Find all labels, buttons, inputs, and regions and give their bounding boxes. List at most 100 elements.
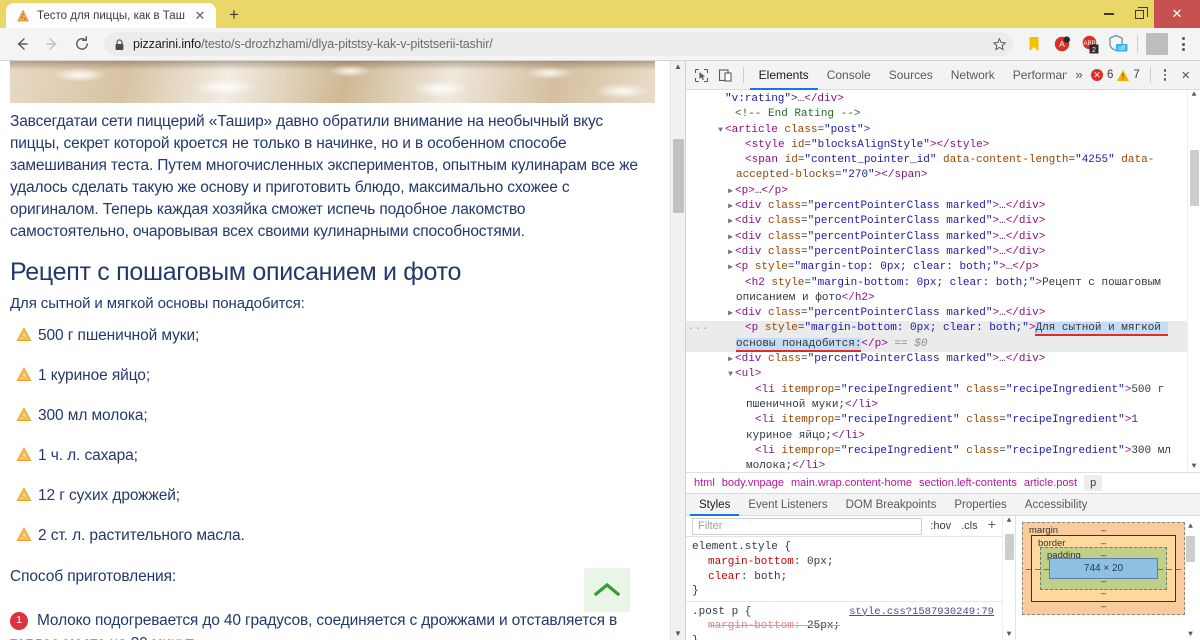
page-scrollbar[interactable]: ▲ ▼ (670, 61, 685, 640)
styles-scrollbar-up-arrow[interactable]: ▲ (1007, 517, 1012, 525)
css-property-value[interactable]: 0px; (807, 556, 833, 568)
devtools-tab-network[interactable]: Network (942, 61, 1004, 90)
dom-node[interactable]: <li itemprop="recipeIngredient" class="r… (686, 413, 1187, 444)
window-maximize-button[interactable] (1124, 0, 1154, 28)
devtools-close-icon[interactable]: ✕ (1176, 63, 1197, 87)
scrollbar-up-arrow[interactable]: ▲ (674, 63, 682, 71)
dom-node[interactable]: <div class="percentPointerClass marked">… (686, 214, 1187, 229)
dom-node[interactable]: <!-- End Rating --> (686, 107, 1187, 122)
styles-scrollbar[interactable]: ▲ ▼ (1002, 516, 1015, 640)
window-close-button[interactable]: ✕ (1154, 0, 1200, 28)
css-property-name[interactable]: margin-bottom (708, 620, 794, 632)
more-tabs-button[interactable]: » (1069, 68, 1089, 83)
collapse-triangle-icon[interactable] (726, 367, 735, 382)
padding-right-value[interactable]: – (1158, 563, 1163, 574)
dom-node[interactable]: <div class="percentPointerClass marked">… (686, 199, 1187, 214)
styles-scrollbar-thumb[interactable] (1005, 534, 1014, 561)
styles-tab-styles[interactable]: Styles (690, 493, 739, 516)
issue-counts[interactable]: ✕ 6 7 (1091, 69, 1144, 81)
inspect-element-icon[interactable] (690, 63, 712, 87)
box-model-scrollbar-down-arrow[interactable]: ▼ (1188, 631, 1193, 639)
dom-node[interactable]: <ul> (686, 367, 1187, 382)
box-model-scrollbar-up-arrow[interactable]: ▲ (1188, 523, 1193, 531)
scroll-to-top-button[interactable] (584, 568, 630, 612)
breadcrumb-item[interactable]: p (1084, 475, 1103, 492)
css-rule[interactable]: .post p {style.css?1587930249:79 margin-b… (686, 600, 1002, 640)
new-style-rule-button[interactable]: + (986, 519, 998, 533)
dom-node[interactable]: <article class="post"> (686, 123, 1187, 138)
devtools-tab-elements[interactable]: Elements (750, 61, 818, 90)
dom-scrollbar-down-arrow[interactable]: ▼ (1192, 463, 1197, 471)
dom-node-badge[interactable]: ··· (688, 322, 709, 337)
devtools-tab-performance[interactable]: Performance (1004, 61, 1067, 90)
dom-scrollbar-thumb[interactable] (1190, 150, 1199, 206)
collapse-triangle-icon[interactable] (716, 123, 725, 138)
styles-scrollbar-down-arrow[interactable]: ▼ (1007, 631, 1012, 639)
adblock-a-icon[interactable]: A (1049, 31, 1075, 57)
dom-tree[interactable]: "v:rating">…</div><!-- End Rating --><ar… (686, 90, 1187, 472)
styles-tab-event-listeners[interactable]: Event Listeners (739, 493, 836, 516)
styles-tab-dom-breakpoints[interactable]: DOM Breakpoints (837, 493, 946, 516)
css-rules[interactable]: element.style {margin-bottom: 0px; clear:… (686, 537, 1002, 640)
css-selector[interactable]: element.style { (692, 540, 996, 555)
dom-node[interactable]: <style id="blocksAlignStyle"></style> (686, 138, 1187, 153)
box-model-diagram[interactable]: margin – – – – border – – – – padding – … (1022, 522, 1185, 640)
breadcrumb-item[interactable]: main.wrap.content-home (791, 477, 919, 489)
dom-node[interactable]: "v:rating">…</div> (686, 92, 1187, 107)
shield-off-icon[interactable]: off (1105, 31, 1131, 57)
dom-node[interactable]: <span id = "content_pointer_id" data-conte… (686, 153, 1187, 184)
dom-node[interactable]: <div class="percentPointerClass marked">… (686, 230, 1187, 245)
css-property-name[interactable]: clear (708, 571, 741, 583)
bookmark-flag-icon[interactable] (1021, 31, 1047, 57)
breadcrumb-item[interactable]: article.post (1024, 477, 1084, 489)
box-model-padding[interactable]: padding – – – – 744 × 20 (1040, 547, 1167, 591)
window-minimize-button[interactable] (1094, 0, 1124, 28)
css-source-link[interactable]: style.css?1587930249:79 (849, 605, 994, 620)
dom-node[interactable]: <div class="percentPointerClass marked">… (686, 306, 1187, 321)
kebab-menu-icon[interactable] (1172, 31, 1194, 57)
scrollbar-thumb[interactable] (673, 139, 684, 213)
reload-icon[interactable] (68, 30, 96, 58)
cls-toggle[interactable]: .cls (959, 520, 980, 532)
dom-node-selected[interactable]: ··· <p style="margin-bottom: 0px; clear: … (686, 321, 1187, 353)
bookmark-star-icon[interactable] (992, 32, 1007, 56)
expand-triangle-icon[interactable] (726, 352, 735, 367)
breadcrumb-item[interactable]: html (694, 477, 722, 489)
box-model-margin[interactable]: margin – – – – border – – – – padding – … (1022, 522, 1185, 616)
back-icon[interactable] (8, 30, 36, 58)
scrollbar-down-arrow[interactable]: ▼ (674, 630, 682, 638)
dom-node[interactable]: <p style="margin-top: 0px; clear: both;"… (686, 260, 1187, 275)
expand-triangle-icon[interactable] (726, 199, 735, 214)
browser-tab[interactable]: Тесто для пиццы, как в Ташире ✕ (6, 3, 216, 28)
styles-tab-properties[interactable]: Properties (945, 493, 1015, 516)
tab-close-icon[interactable]: ✕ (192, 8, 208, 24)
expand-triangle-icon[interactable] (726, 260, 735, 275)
styles-tab-accessibility[interactable]: Accessibility (1016, 493, 1097, 516)
devtools-tab-console[interactable]: Console (818, 61, 880, 90)
devtools-tab-sources[interactable]: Sources (880, 61, 942, 90)
dom-scrollbar[interactable]: ▲ ▼ (1187, 90, 1200, 473)
expand-triangle-icon[interactable] (726, 184, 735, 199)
breadcrumb-item[interactable]: body.vnpage (722, 477, 791, 489)
css-property-value[interactable]: both; (754, 571, 787, 583)
box-model-border[interactable]: border – – – – padding – – – – 744 × 20 (1031, 535, 1176, 603)
expand-triangle-icon[interactable] (726, 230, 735, 245)
avatar[interactable] (1144, 31, 1170, 57)
address-bar[interactable]: pizzarini.info/testo/s-drozhzhami/dlya-p… (104, 32, 1013, 56)
dom-node[interactable]: <h2 style="margin-bottom: 0px; clear: bo… (686, 276, 1187, 307)
css-declaration[interactable]: margin-bottom: 25px; (692, 619, 996, 634)
dom-node[interactable]: <li itemprop="recipeIngredient" class="r… (686, 444, 1187, 473)
css-declaration[interactable]: clear: both; (692, 570, 996, 585)
css-property-value[interactable]: 25px; (807, 620, 840, 632)
box-model-scrollbar[interactable]: ▲ ▼ (1185, 522, 1196, 640)
devtools-settings-icon[interactable] (1157, 69, 1174, 81)
box-model-scrollbar-thumb[interactable] (1186, 536, 1195, 563)
expand-triangle-icon[interactable] (726, 306, 735, 321)
breadcrumb-item[interactable]: section.left-contents (919, 477, 1024, 489)
dom-scrollbar-up-arrow[interactable]: ▲ (1192, 91, 1197, 99)
border-right-value[interactable]: – (1167, 563, 1172, 574)
dom-node[interactable]: <div class="percentPointerClass marked">… (686, 245, 1187, 260)
expand-triangle-icon[interactable] (726, 245, 735, 260)
expand-triangle-icon[interactable] (726, 214, 735, 229)
hov-toggle[interactable]: :hov (928, 520, 953, 532)
